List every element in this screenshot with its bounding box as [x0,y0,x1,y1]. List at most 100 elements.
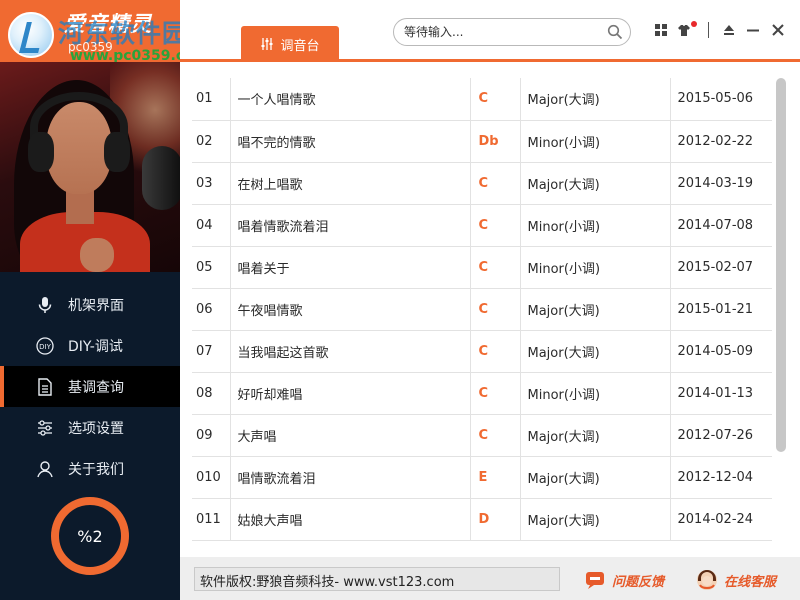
song-list: 01 一个人唱情歌 C Major(大调) 2015-05-06 02 唱不完的情歌 Db Mi… [192,78,772,548]
progress-ring: %2 [50,496,130,576]
singer-photo [0,62,180,272]
controls-separator [708,22,709,38]
sidebar-item-about[interactable]: 关于我们 [0,448,180,489]
song-mode: Minor(小调) [520,246,671,289]
search-box [393,18,631,46]
search-icon[interactable] [607,24,623,40]
song-number: 011 [192,498,231,541]
diy-icon: DIY [36,336,54,355]
song-key: C [470,204,521,247]
song-key: C [470,288,521,331]
table-row[interactable]: 05 唱着关于 C Minor(小调) 2015-02-07 [192,246,772,289]
app-logo-icon [8,12,54,58]
table-row[interactable]: 07 当我唱起这首歌 C Major(大调) 2014-05-09 [192,330,772,373]
tab-mixer[interactable]: 调音台 [241,26,339,62]
song-number: 09 [192,414,231,457]
copyright-text: 软件版权:野狼音频科技- www.vst123.com [194,567,560,591]
song-number: 02 [192,120,231,163]
table-row[interactable]: 011 姑娘大声唱 D Major(大调) 2014-02-24 [192,498,772,541]
song-mode: Major(大调) [520,456,671,499]
support-label: 在线客服 [724,574,777,590]
progress-text: %2 [77,526,103,546]
support-agent-icon [697,570,717,590]
song-mode: Major(大调) [520,330,671,373]
microphone-icon [36,296,54,314]
song-title: 一个人唱情歌 [230,78,471,121]
song-number: 08 [192,372,231,415]
feedback-icon [586,572,604,589]
song-title: 唱情歌流着泪 [230,456,471,499]
song-title: 唱不完的情歌 [230,120,471,163]
song-title: 唱着情歌流着泪 [230,204,471,247]
eject-icon[interactable] [721,22,737,38]
song-mode: Minor(小调) [520,120,671,163]
song-key: C [470,372,521,415]
table-row[interactable]: 06 午夜唱情歌 C Major(大调) 2015-01-21 [192,288,772,331]
song-mode: Minor(小调) [520,204,671,247]
mixer-sliders-icon [261,38,273,50]
song-key: E [470,456,521,499]
notification-dot [691,21,697,27]
song-mode: Major(大调) [520,78,671,121]
table-row[interactable]: 04 唱着情歌流着泪 C Minor(小调) 2014-07-08 [192,204,772,247]
song-date: 2014-01-13 [670,372,772,415]
online-support-button[interactable]: 在线客服 [696,569,776,591]
feedback-button[interactable]: 问题反馈 [584,569,664,591]
close-icon[interactable] [770,22,786,38]
song-number: 04 [192,204,231,247]
song-key: D [470,498,521,541]
search-input[interactable] [404,23,600,41]
song-key: C [470,78,521,121]
song-key: Db [470,120,521,163]
sliders-icon [36,419,54,437]
sidebar-item-key-query[interactable]: 基调查询 [0,366,180,407]
song-date: 2015-01-21 [670,288,772,331]
table-row[interactable]: 01 一个人唱情歌 C Major(大调) 2015-05-06 [192,78,772,121]
song-number: 01 [192,78,231,121]
song-title: 唱着关于 [230,246,471,289]
song-title: 在树上唱歌 [230,162,471,205]
sidebar-item-label: 关于我们 [68,461,124,478]
scrollbar[interactable] [776,78,786,452]
song-key: C [470,246,521,289]
song-title: 大声唱 [230,414,471,457]
table-row[interactable]: 010 唱情歌流着泪 E Major(大调) 2012-12-04 [192,456,772,499]
song-date: 2012-07-26 [670,414,772,457]
song-title: 姑娘大声唱 [230,498,471,541]
table-row[interactable]: 03 在树上唱歌 C Major(大调) 2014-03-19 [192,162,772,205]
table-row[interactable]: 08 好听却难唱 C Minor(小调) 2014-01-13 [192,372,772,415]
table-row[interactable]: 02 唱不完的情歌 Db Minor(小调) 2012-02-22 [192,120,772,163]
sidebar-item-label: 基调查询 [68,379,124,396]
sidebar-item-rack[interactable]: 机架界面 [0,284,180,325]
logo-area: 爱音精灵 河东软件园 pc0359 www.pc0359.cn [0,0,180,62]
document-icon [36,377,54,396]
song-number: 06 [192,288,231,331]
song-number: 03 [192,162,231,205]
song-title: 午夜唱情歌 [230,288,471,331]
minimize-icon[interactable] [745,22,761,38]
user-icon [36,460,54,478]
song-number: 010 [192,456,231,499]
song-mode: Major(大调) [520,288,671,331]
song-date: 2014-02-24 [670,498,772,541]
sidebar-item-diy[interactable]: DIY DIY-调试 [0,325,180,366]
watermark-url: www.pc0359.cn [70,48,180,62]
svg-text:DIY: DIY [39,343,51,351]
sidebar-item-settings[interactable]: 选项设置 [0,407,180,448]
skin-icon[interactable] [676,22,692,38]
song-mode: Major(大调) [520,162,671,205]
feedback-label: 问题反馈 [612,574,665,590]
song-date: 2014-03-19 [670,162,772,205]
song-date: 2015-02-07 [670,246,772,289]
song-title: 当我唱起这首歌 [230,330,471,373]
sidebar-item-label: 机架界面 [68,297,124,314]
song-key: C [470,162,521,205]
song-date: 2012-02-22 [670,120,772,163]
table-row[interactable]: 09 大声唱 C Major(大调) 2012-07-26 [192,414,772,457]
sidebar-item-label: DIY-调试 [68,338,123,355]
sidebar-item-label: 选项设置 [68,420,124,437]
song-mode: Major(大调) [520,414,671,457]
song-date: 2012-12-04 [670,456,772,499]
grid-icon[interactable] [653,22,669,38]
song-date: 2015-05-06 [670,78,772,121]
